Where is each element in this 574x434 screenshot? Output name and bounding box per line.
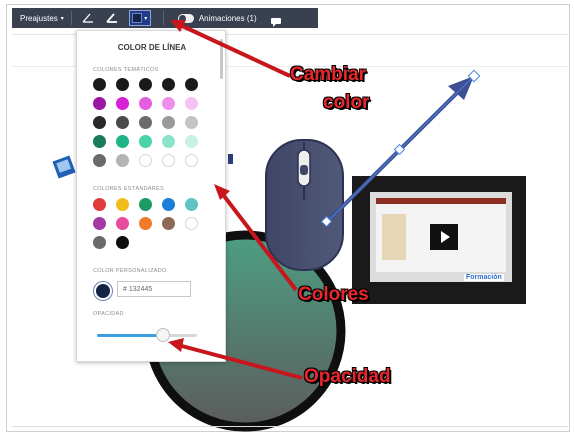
annotation-colores: Colores [298, 284, 369, 305]
annotation-color: color [323, 92, 370, 113]
annotation-opacidad: Opacidad [304, 366, 391, 387]
canvas-bottom-border [12, 426, 568, 427]
annotation-cambiar: Cambiar [290, 64, 367, 85]
annotation-arrows [168, 20, 303, 380]
